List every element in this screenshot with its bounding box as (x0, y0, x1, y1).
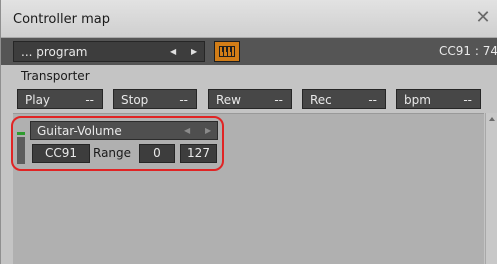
rec-button[interactable]: Rec -- (302, 89, 386, 109)
triangle-left-icon[interactable]: ◀ (170, 47, 176, 56)
range-label: Range (93, 146, 132, 160)
controller-cc-field[interactable]: CC91 (32, 144, 90, 163)
rew-button[interactable]: Rew -- (208, 89, 292, 109)
play-label: Play (25, 93, 51, 107)
controller-map-window: Controller map ✕ ... program ◀ ▶ CC91 : … (0, 0, 497, 264)
piano-keyboard-button[interactable] (214, 41, 240, 62)
rew-value: -- (274, 93, 283, 107)
stop-value: -- (179, 93, 188, 107)
close-icon[interactable]: ✕ (474, 9, 492, 27)
controller-name-selector[interactable]: Guitar-Volume ◀ ▶ (30, 121, 218, 140)
play-button[interactable]: Play -- (17, 89, 103, 109)
range-max-field[interactable]: 127 (180, 144, 217, 163)
transporter-heading: Transporter (21, 69, 90, 83)
window-title: Controller map (13, 12, 110, 27)
controller-name: Guitar-Volume (37, 124, 122, 138)
program-selector[interactable]: ... program ◀ ▶ (13, 41, 205, 62)
program-toolbar: ... program ◀ ▶ CC91 : 74 (1, 38, 497, 65)
range-min-field[interactable]: 0 (139, 144, 175, 163)
program-label: ... program (21, 45, 88, 59)
controller-drag-handle[interactable] (17, 137, 25, 164)
triangle-right-icon[interactable]: ▶ (191, 47, 197, 56)
bpm-label: bpm (404, 93, 431, 107)
title-bar: Controller map ✕ (1, 0, 497, 38)
piano-keyboard-icon (219, 46, 235, 57)
triangle-left-icon[interactable]: ◀ (184, 126, 190, 135)
vertical-scrollbar[interactable] (485, 113, 497, 264)
stop-label: Stop (121, 93, 149, 107)
rec-value: -- (368, 93, 377, 107)
cc-readout: CC91 : 74 (439, 44, 497, 58)
play-value: -- (85, 93, 94, 107)
controller-active-indicator (17, 132, 25, 135)
rew-label: Rew (216, 93, 241, 107)
bpm-button[interactable]: bpm -- (396, 89, 481, 109)
rec-label: Rec (310, 93, 332, 107)
bpm-value: -- (463, 93, 472, 107)
stop-button[interactable]: Stop -- (113, 89, 197, 109)
triangle-right-icon[interactable]: ▶ (205, 126, 211, 135)
scroll-up-arrow-icon[interactable] (489, 117, 495, 121)
